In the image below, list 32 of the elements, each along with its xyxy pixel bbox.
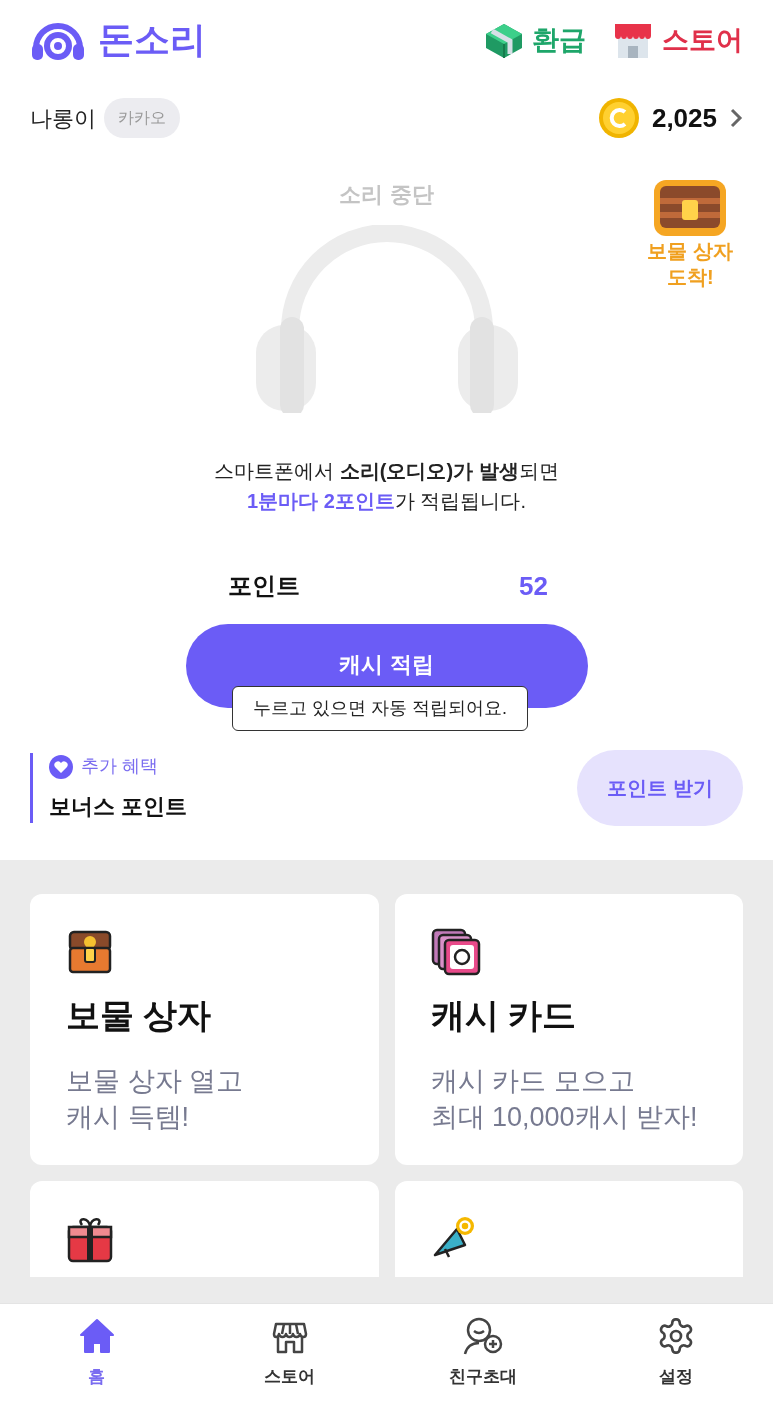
get-points-button[interactable]: 포인트 받기	[577, 750, 743, 826]
hint-tooltip: 누르고 있으면 자동 적립되어요.	[232, 686, 528, 731]
user-name: 나롱이	[30, 104, 96, 133]
treasure-chest-icon	[652, 178, 729, 238]
bonus-title: 보너스 포인트	[49, 793, 188, 821]
chevron-right-icon	[729, 107, 743, 129]
points-label: 포인트	[228, 571, 300, 601]
card-text: 보물 상자 열고 캐시 득템!	[66, 1065, 244, 1134]
gift-icon	[66, 1215, 114, 1263]
login-badge: 카카오	[104, 98, 180, 138]
description-line: 1분마다 2포인트가 적립됩니다.	[247, 489, 526, 514]
nav-tab[interactable]: 친구초대	[386, 1304, 580, 1415]
chest-icon	[66, 928, 114, 976]
app-name: 돈소리	[98, 18, 206, 62]
coin-balance[interactable]: 2,025	[597, 97, 743, 139]
nav-tab[interactable]: 홈	[0, 1304, 194, 1415]
extra-benefit-label: 추가 혜택	[81, 755, 158, 778]
card-text: 캐시 카드 모으고 최대 10,000캐시 받자!	[430, 1065, 699, 1134]
coin-icon	[597, 97, 640, 139]
description-line: 스마트폰에서 소리(오디오)가 발생되면	[214, 459, 559, 484]
card-title: 보물 상자	[66, 995, 213, 1036]
sound-status: 소리 중단	[339, 181, 434, 209]
feature-card[interactable]: 보물 상자 보물 상자 열고 캐시 득템!	[30, 894, 379, 1165]
store-link[interactable]: 스토어	[612, 19, 743, 61]
feature-card[interactable]	[30, 1181, 379, 1277]
treasure-notice: 보물 상자 도착!	[647, 239, 733, 290]
cards-icon	[430, 928, 481, 976]
nav-tab[interactable]: 설정	[579, 1304, 773, 1415]
points-value: 52	[519, 569, 548, 603]
nav-tab[interactable]: 스토어	[193, 1304, 387, 1415]
feature-card[interactable]: 캐시 카드 캐시 카드 모으고 최대 10,000캐시 받자!	[394, 894, 743, 1165]
card-title: 캐시 카드	[430, 995, 577, 1036]
